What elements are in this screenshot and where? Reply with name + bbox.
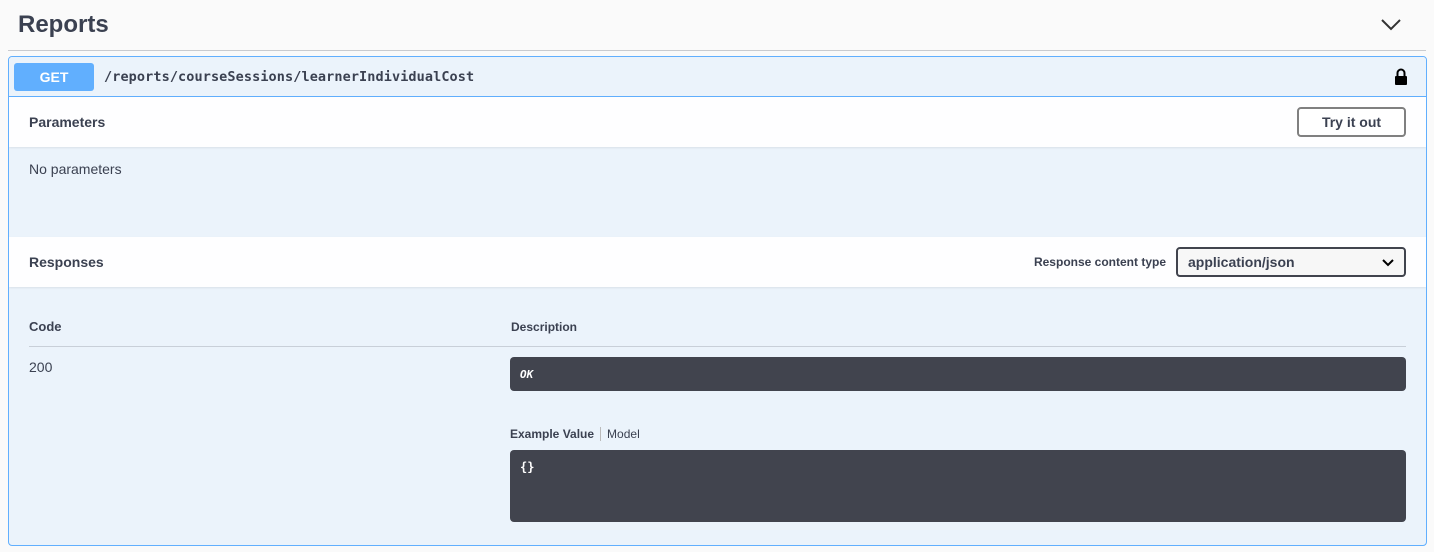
responses-title: Responses	[29, 254, 104, 270]
chevron-down-icon	[1382, 254, 1394, 270]
content-type-select[interactable]: application/json	[1176, 247, 1406, 277]
lock-icon[interactable]	[1392, 67, 1410, 87]
responses-header: Responses Response content type applicat…	[9, 237, 1426, 287]
column-description: Description	[511, 320, 578, 334]
tab-model[interactable]: Model	[601, 427, 640, 441]
responses-table: Code Description 200 OK Example Value Mo…	[9, 287, 1426, 522]
no-parameters-text: No parameters	[29, 161, 122, 177]
parameters-title: Parameters	[29, 114, 106, 130]
operation-path: /reports/courseSessions/learnerIndividua…	[104, 68, 475, 85]
example-tabs: Example Value Model	[510, 427, 1406, 441]
tag-header[interactable]: Reports	[8, 0, 1426, 51]
response-content-type: Response content type application/json	[1034, 247, 1406, 277]
response-description-cell: OK Example Value Model {}	[510, 357, 1406, 522]
collapse-chevron-icon[interactable]	[1376, 10, 1406, 40]
operation-block: GET /reports/courseSessions/learnerIndiv…	[8, 56, 1427, 546]
tab-example-value[interactable]: Example Value	[510, 427, 602, 441]
response-description: OK	[510, 357, 1406, 391]
operation-summary[interactable]: GET /reports/courseSessions/learnerIndiv…	[9, 57, 1426, 97]
content-type-label: Response content type	[1033, 255, 1166, 269]
content-type-value: application/json	[1188, 254, 1295, 270]
response-code: 200	[29, 359, 53, 375]
example-value-code[interactable]: {}	[510, 450, 1406, 522]
parameters-body: No parameters	[9, 147, 1426, 237]
method-badge: GET	[14, 62, 94, 91]
column-code: Code	[29, 319, 62, 334]
responses-table-header: Code Description	[29, 287, 1406, 347]
tag-title[interactable]: Reports	[18, 11, 109, 39]
parameters-header: Parameters Try it out	[9, 97, 1426, 147]
response-row: 200 OK Example Value Model {}	[29, 347, 1406, 522]
try-it-out-button[interactable]: Try it out	[1297, 107, 1406, 137]
